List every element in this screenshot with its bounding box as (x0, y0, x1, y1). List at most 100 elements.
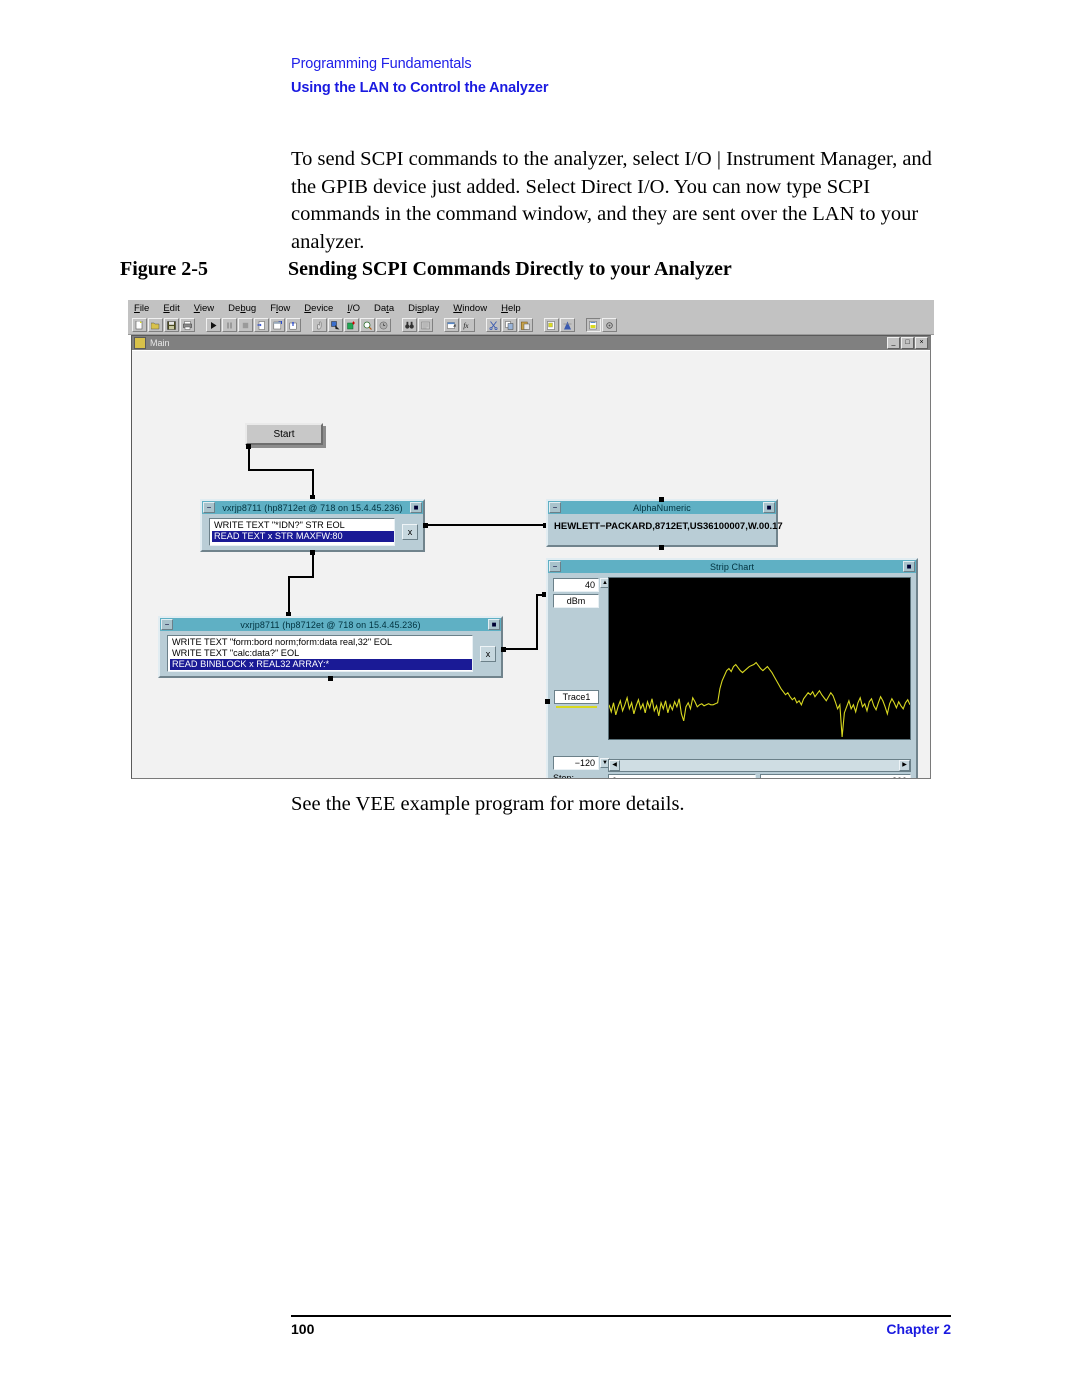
chart-horizontal-scrollbar[interactable]: ◀ ▶ (608, 759, 911, 772)
menu-item-window[interactable]: Window (453, 303, 487, 314)
strip-chart-object[interactable]: − Strip Chart ■ 40 ▲ dBm Trace1 −120 ▼ S… (545, 558, 918, 778)
direct-io-2-body: WRITE TEXT "form:bord norm;form:data rea… (160, 631, 501, 676)
alphanumeric-value: HEWLETT−PACKARD,8712ET,US36100007,W.00.1… (554, 521, 783, 532)
restore-icon[interactable]: ■ (410, 502, 422, 513)
y-axis-min-field[interactable]: −120 (553, 756, 599, 770)
menu-item-display[interactable]: Display (408, 303, 439, 314)
zoom-view-icon[interactable] (360, 318, 375, 332)
alpha-top-pin (659, 497, 664, 502)
save-disk-icon[interactable] (164, 318, 179, 332)
page-header: Programming Fundamentals Using the LAN t… (291, 55, 991, 98)
intro-paragraph: To send SCPI commands to the analyzer, s… (291, 148, 932, 253)
menu-item-flow[interactable]: Flow (270, 303, 290, 314)
x-axis-max-field[interactable]: 200 (760, 774, 911, 778)
menu-item-io[interactable]: I/O (347, 303, 360, 314)
chart-plot-area[interactable] (608, 577, 911, 740)
figure-title: Sending SCPI Commands Directly to your A… (288, 258, 732, 280)
direct-io-2-output-terminal[interactable]: x (480, 645, 496, 662)
start-object[interactable]: Start (245, 423, 323, 445)
menu-item-help[interactable]: Help (501, 303, 521, 314)
post-figure-paragraph: See the VEE example program for more det… (291, 793, 685, 815)
menu-item-device[interactable]: Device (304, 303, 333, 314)
edit-panel-icon[interactable] (586, 318, 601, 332)
main-window-controls: _ □ × (887, 337, 928, 349)
alphanumeric-titlebar: − AlphaNumeric ■ (548, 501, 776, 514)
menu-item-data[interactable]: Data (374, 303, 394, 314)
chart-left-pin (545, 699, 550, 704)
minimize-icon[interactable]: − (549, 561, 561, 572)
menu-item-view[interactable]: View (194, 303, 214, 314)
scroll-left-arrow[interactable]: ◀ (609, 760, 620, 771)
cleanup-icon[interactable] (560, 318, 575, 332)
menu-item-edit[interactable]: Edit (163, 303, 179, 314)
header-subject: Programming Fundamentals (291, 56, 472, 72)
print-icon[interactable] (180, 318, 195, 332)
direct-io-object-2[interactable]: − vxrjp8711 (hp8712et @ 718 on 15.4.45.2… (158, 616, 503, 678)
stop-icon[interactable] (238, 318, 253, 332)
pause-icon[interactable] (222, 318, 237, 332)
run-play-icon[interactable] (206, 318, 221, 332)
restore-icon[interactable]: ■ (763, 502, 775, 513)
menu-item-file[interactable]: File (134, 303, 149, 314)
workspace-canvas[interactable]: Start − vxrjp8711 (hp8712et @ 718 on 15.… (132, 350, 930, 778)
main-window-titlebar: Main _ □ × (132, 336, 930, 350)
direct-io-1-transaction-list[interactable]: WRITE TEXT "*IDN?" STR EOL READ TEXT x S… (209, 518, 395, 546)
alphanumeric-display-object[interactable]: − AlphaNumeric ■ HEWLETT−PACKARD,8712ET,… (546, 499, 783, 547)
close-button[interactable]: × (915, 337, 928, 349)
restore-icon[interactable]: ■ (903, 561, 915, 572)
wire-start-to-io1 (248, 449, 250, 469)
scroll-right-arrow[interactable]: ▶ (899, 760, 910, 771)
restore-button[interactable]: □ (901, 337, 914, 349)
detail-view-icon[interactable] (544, 318, 559, 332)
add-object-icon[interactable] (344, 318, 359, 332)
minimize-icon[interactable]: − (203, 502, 215, 513)
menu-item-debug[interactable]: Debug (228, 303, 256, 314)
step-over-icon[interactable] (270, 318, 285, 332)
list-item[interactable]: READ TEXT x STR MAXFW:80 (212, 531, 394, 542)
properties-icon[interactable] (444, 318, 459, 332)
vee-application-window: File Edit View Debug Flow Device I/O Dat… (128, 300, 934, 782)
find-binoculars-icon[interactable] (402, 318, 417, 332)
io2-bottom-pin (328, 676, 333, 681)
wire-io2-to-chart-h (505, 648, 538, 650)
restore-icon[interactable]: ■ (488, 619, 500, 630)
trace-line (609, 578, 910, 739)
direct-io-object-1[interactable]: − vxrjp8711 (hp8712et @ 718 on 15.4.45.2… (200, 499, 425, 552)
minimize-button[interactable]: _ (887, 337, 900, 349)
copy-icon[interactable] (502, 318, 517, 332)
strip-chart-title: Strip Chart (709, 561, 755, 572)
direct-io-2-titlebar: − vxrjp8711 (hp8712et @ 718 on 15.4.45.2… (160, 618, 501, 631)
minimize-icon[interactable]: − (161, 619, 173, 630)
cut-scissors-icon[interactable] (486, 318, 501, 332)
direct-io-2-transaction-list[interactable]: WRITE TEXT "form:bord norm;form:data rea… (167, 635, 473, 672)
function-fx-icon[interactable]: fx (460, 318, 475, 332)
direct-io-1-output-terminal[interactable]: x (402, 524, 418, 540)
clock-icon[interactable] (376, 318, 391, 332)
list-item[interactable]: READ BINBLOCK x REAL32 ARRAY:* (170, 659, 472, 670)
step-out-icon[interactable] (286, 318, 301, 332)
settings-gear-icon[interactable] (602, 318, 617, 332)
svg-text:fx: fx (463, 322, 469, 330)
direct-io-1-body: WRITE TEXT "*IDN?" STR EOL READ TEXT x S… (202, 514, 423, 550)
pointer-select-icon[interactable] (328, 318, 343, 332)
figure-number: Figure 2-5 (120, 258, 208, 280)
y-axis-max-field[interactable]: 40 (553, 578, 599, 592)
open-folder-icon[interactable] (148, 318, 163, 332)
wire-io1-to-io2-v (312, 554, 314, 576)
minimize-icon[interactable]: − (549, 502, 561, 513)
y-axis-units-field[interactable]: dBm (553, 594, 599, 608)
paste-icon[interactable] (518, 318, 533, 332)
footer-divider (291, 1315, 951, 1317)
direct-io-1-terminal-area: x (397, 514, 423, 550)
hand-pan-icon[interactable] (312, 318, 327, 332)
step-into-icon[interactable] (254, 318, 269, 332)
new-file-icon[interactable] (132, 318, 147, 332)
find-next-icon[interactable] (418, 318, 433, 332)
trace-legend-label[interactable]: Trace1 (554, 690, 599, 704)
alpha-bottom-pin (659, 545, 664, 550)
x-axis-min-field[interactable]: 0 (608, 774, 756, 778)
list-item[interactable]: WRITE TEXT "*IDN?" STR EOL (212, 520, 394, 531)
list-item[interactable]: WRITE TEXT "form:bord norm;form:data rea… (170, 637, 472, 648)
menu-bar: File Edit View Debug Flow Device I/O Dat… (128, 300, 934, 316)
list-item[interactable]: WRITE TEXT "calc:data?" EOL (170, 648, 472, 659)
